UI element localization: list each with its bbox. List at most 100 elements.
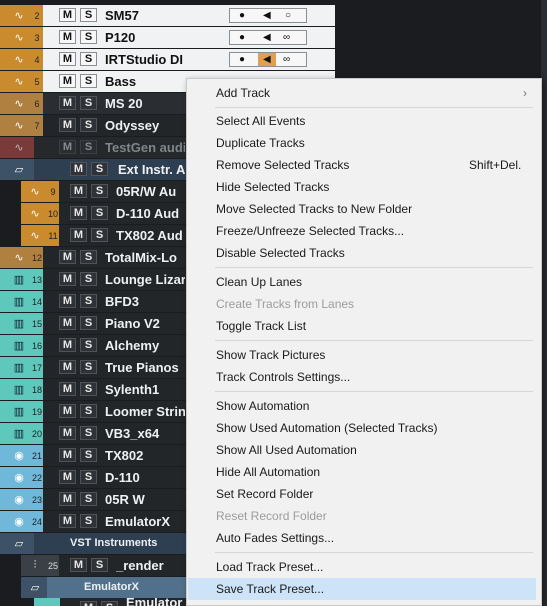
mute-button[interactable]: M [59,426,76,440]
track-name[interactable]: 05R W [105,489,185,510]
menu-item-freeze-unfreeze[interactable]: Freeze/Unfreeze Selected Tracks... [187,220,537,242]
track-name[interactable]: IRTStudio DI [105,49,225,70]
track-name[interactable]: True Pianos [105,357,185,378]
solo-button[interactable]: S [80,30,97,44]
mute-button[interactable]: M [59,74,76,88]
track-row[interactable]: ∿ 2 M S SM57 ● ◀ ○ [0,5,335,27]
track-name[interactable]: TX802 Aud [116,225,186,246]
menu-item-duplicate-tracks[interactable]: Duplicate Tracks [187,132,537,154]
solo-button[interactable]: S [91,558,108,572]
track-name[interactable]: 05R/W Au [116,181,186,202]
menu-item-track-controls-settings[interactable]: Track Controls Settings... [187,366,537,388]
menu-item-show-track-pictures[interactable]: Show Track Pictures [187,344,537,366]
track-name[interactable]: Odyssey [105,115,185,136]
menu-item-show-all-used-automation[interactable]: Show All Used Automation [187,439,537,461]
mute-button[interactable]: M [59,360,76,374]
menu-item-auto-fades-settings[interactable]: Auto Fades Settings... [187,527,537,549]
track-name[interactable]: _render [116,555,186,576]
menu-item-add-track[interactable]: Add Track › [187,82,537,104]
solo-button[interactable]: S [80,448,97,462]
solo-button[interactable]: S [80,140,97,154]
mute-button[interactable]: M [59,316,76,330]
mute-button[interactable]: M [59,448,76,462]
mute-button[interactable]: M [59,382,76,396]
mute-button[interactable]: M [59,272,76,286]
track-name[interactable]: VST Instruments [70,533,190,554]
track-name[interactable]: Sylenth1 [105,379,185,400]
track-controls[interactable]: ● ◀ ∞ [229,30,307,45]
track-name[interactable]: P120 [105,27,225,48]
mute-button[interactable]: M [59,294,76,308]
solo-button[interactable]: S [80,52,97,66]
solo-button[interactable]: S [91,228,108,242]
solo-button[interactable]: S [80,272,97,286]
menu-item-disable-selected[interactable]: Disable Selected Tracks [187,242,537,264]
mute-button[interactable]: M [80,601,97,606]
menu-item-clean-up-lanes[interactable]: Clean Up Lanes [187,271,537,293]
solo-button[interactable]: S [80,316,97,330]
solo-button[interactable]: S [80,294,97,308]
mute-button[interactable]: M [59,96,76,110]
mute-button[interactable]: M [70,558,87,572]
track-name[interactable]: Lounge Lizar [105,269,185,290]
track-name[interactable]: Piano V2 [105,313,185,334]
mute-button[interactable]: M [59,250,76,264]
solo-button[interactable]: S [91,184,108,198]
menu-item-show-used-automation-selected[interactable]: Show Used Automation (Selected Tracks) [187,417,537,439]
solo-button[interactable]: S [91,162,108,176]
track-name[interactable]: MS 20 [105,93,185,114]
mute-button[interactable]: M [59,52,76,66]
solo-button[interactable]: S [80,250,97,264]
menu-item-remove-selected-tracks[interactable]: Remove Selected Tracks Shift+Del. [187,154,537,176]
mute-button[interactable]: M [59,492,76,506]
solo-button[interactable]: S [80,338,97,352]
track-name[interactable]: BFD3 [105,291,185,312]
track-name[interactable]: VB3_x64 [105,423,185,444]
mute-button[interactable]: M [59,404,76,418]
mute-button[interactable]: M [59,30,76,44]
mute-button[interactable]: M [59,140,76,154]
track-name[interactable]: SM57 [105,5,225,26]
mute-button[interactable]: M [70,206,87,220]
track-controls[interactable]: ● ◀ ∞ [229,52,307,67]
track-name[interactable]: TotalMix-Lo [105,247,185,268]
menu-item-load-track-preset[interactable]: Load Track Preset... [187,556,537,578]
menu-item-move-to-folder[interactable]: Move Selected Tracks to New Folder [187,198,537,220]
mute-button[interactable]: M [59,470,76,484]
mute-button[interactable]: M [59,118,76,132]
mute-button[interactable]: M [59,514,76,528]
menu-item-hide-all-automation[interactable]: Hide All Automation [187,461,537,483]
track-name[interactable]: D-110 Aud [116,203,186,224]
track-name[interactable]: EmulatorX [84,577,184,598]
track-name[interactable]: D-110 [105,467,185,488]
track-row[interactable]: ∿ 3 M S P120 ● ◀ ∞ [0,27,335,49]
solo-button[interactable]: S [80,8,97,22]
mute-button[interactable]: M [70,228,87,242]
solo-button[interactable]: S [80,492,97,506]
track-controls[interactable]: ● ◀ ○ [229,8,307,23]
menu-item-set-record-folder[interactable]: Set Record Folder [187,483,537,505]
menu-item-hide-selected-tracks[interactable]: Hide Selected Tracks [187,176,537,198]
track-name[interactable]: Loomer Strin [105,401,185,422]
mute-button[interactable]: M [70,184,87,198]
track-name[interactable]: TX802 [105,445,185,466]
mute-button[interactable]: M [59,8,76,22]
solo-button[interactable]: S [80,470,97,484]
solo-button[interactable]: S [80,426,97,440]
solo-button[interactable]: S [91,206,108,220]
menu-item-toggle-track-list[interactable]: Toggle Track List [187,315,537,337]
menu-item-show-automation[interactable]: Show Automation [187,395,537,417]
solo-button[interactable]: S [80,404,97,418]
mute-button[interactable]: M [59,338,76,352]
mute-button[interactable]: M [70,162,87,176]
solo-button[interactable]: S [80,74,97,88]
solo-button[interactable]: S [80,96,97,110]
track-row[interactable]: ∿ 4 M S IRTStudio DI ● ◀ ∞ [0,49,335,71]
solo-button[interactable]: S [80,382,97,396]
track-name[interactable]: TestGen audi [105,137,185,158]
track-name[interactable]: Ext Instr. A [118,159,186,180]
menu-item-save-track-preset[interactable]: Save Track Preset... [188,578,536,600]
solo-button[interactable]: S [80,118,97,132]
menu-item-select-all-events[interactable]: Select All Events [187,110,537,132]
track-name[interactable]: Emulator [126,598,186,606]
